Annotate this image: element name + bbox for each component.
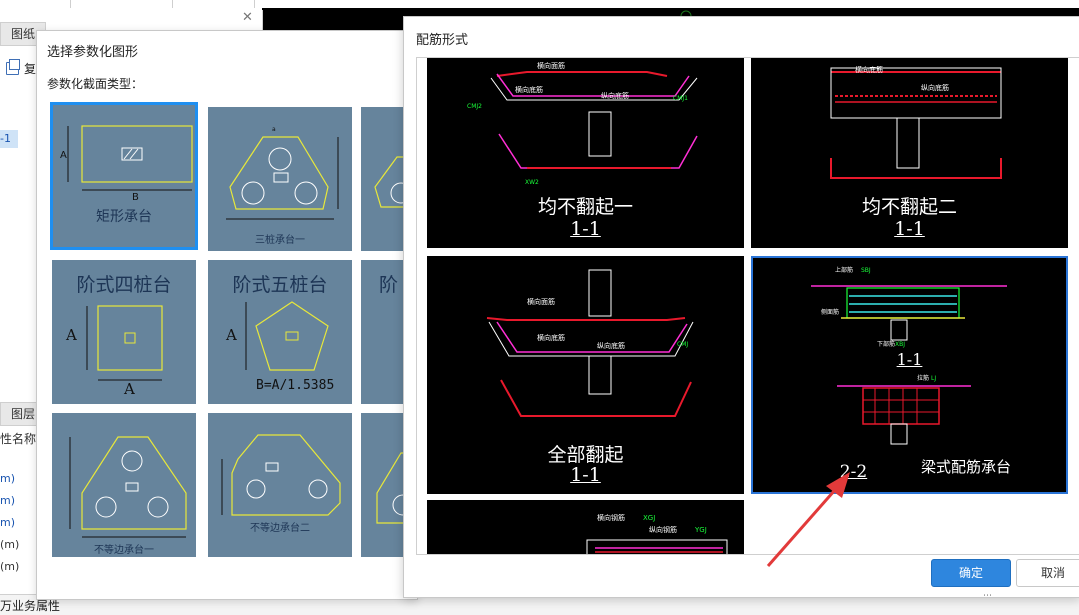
svg-text:CMJ2: CMJ2 — [467, 103, 482, 110]
rect-cap-diagram: AB — [60, 125, 193, 203]
selected-list-item[interactable]: -1 — [0, 130, 18, 148]
rebar-panel-none-raised-1[interactable]: 横向底筋 纵向底筋 横向面筋 CMJ1 CMJ2 XW2 均不翻起一 1-1 — [427, 58, 744, 248]
rebar-panel-grid: 横向底筋 纵向底筋 横向面筋 CMJ1 CMJ2 XW2 均不翻起一 1-1 横… — [416, 57, 1079, 555]
svg-text:SBJ: SBJ — [861, 267, 871, 274]
three-pile-diagram: a — [226, 126, 339, 220]
shape-tile-unequal-two[interactable]: 不等边承台二 — [208, 413, 352, 557]
rebar-panel-beam-style[interactable]: 上部筋 下部筋 侧面筋 拉筋 SBJ XBJ LJ 1-1 2-2 梁式配筋承台 — [751, 256, 1068, 494]
svg-text:横向底筋: 横向底筋 — [515, 85, 543, 94]
unit-row[interactable]: m) — [0, 494, 15, 507]
panel-caption: 梁式配筋承台 — [921, 458, 1012, 476]
svg-text:横向面筋: 横向面筋 — [537, 61, 565, 70]
dialog-title: 选择参数化图形 — [47, 45, 139, 60]
svg-text:a: a — [272, 126, 276, 133]
svg-text:XW2: XW2 — [525, 179, 539, 186]
svg-text:LJ: LJ — [931, 375, 936, 382]
unit-row[interactable]: (m) — [0, 538, 19, 551]
toolbar-field[interactable] — [0, 0, 71, 8]
copy-label[interactable]: 复 — [24, 60, 36, 77]
svg-text:横向底筋: 横向底筋 — [855, 65, 883, 74]
svg-text:纵向底筋: 纵向底筋 — [921, 83, 949, 92]
dim-a-label: A — [66, 326, 77, 344]
rebar-diagram: 上部筋 下部筋 侧面筋 拉筋 SBJ XBJ LJ — [811, 266, 1007, 445]
svg-text:拉筋: 拉筋 — [917, 374, 929, 382]
svg-text:横向底筋: 横向底筋 — [537, 333, 565, 342]
shape-tile-unequal-one[interactable]: 不等边承台一 — [52, 413, 196, 557]
shape-tile-stepped-four[interactable]: 阶式四桩台 A A — [52, 260, 196, 404]
svg-text:CMJ1: CMJ1 — [673, 95, 688, 102]
section-label: 1-1 — [896, 350, 923, 369]
svg-text:YGJ: YGJ — [694, 526, 707, 534]
panel-caption: 全部翻起 — [547, 444, 624, 466]
formula-label: B=A/1.5385 — [256, 378, 335, 393]
resize-grip-icon[interactable]: ⋯ — [983, 592, 995, 601]
svg-text:XGJ: XGJ — [643, 514, 655, 522]
panel-caption: 均不翻起二 — [861, 196, 957, 218]
svg-text:纵向底筋: 纵向底筋 — [601, 91, 629, 100]
svg-text:下部筋: 下部筋 — [877, 340, 895, 348]
dim-a-label: A — [226, 326, 237, 344]
svg-text:XBJ: XBJ — [895, 341, 905, 348]
section-type-label: 参数化截面类型： — [47, 77, 144, 91]
tile-label: 不等边承台二 — [250, 523, 310, 534]
close-icon[interactable]: ✕ — [242, 10, 253, 25]
svg-text:纵向钢筋: 纵向钢筋 — [649, 525, 677, 534]
section-label: 1-1 — [894, 218, 925, 240]
panel-caption: 均不翻起一 — [537, 196, 633, 218]
rebar-panel-none-raised-2[interactable]: 横向底筋 纵向底筋 均不翻起二 1-1 — [751, 58, 1068, 248]
shape-tile-rect-cap[interactable]: AB 矩形承台 — [50, 102, 198, 250]
tile-label: 阶 — [379, 274, 399, 296]
svg-text:横向钢筋: 横向钢筋 — [597, 513, 625, 522]
unit-row[interactable]: m) — [0, 516, 15, 529]
svg-text:B: B — [132, 192, 139, 203]
svg-text:纵向底筋: 纵向底筋 — [597, 341, 625, 350]
svg-text:侧面筋: 侧面筋 — [821, 308, 839, 316]
tile-label: 不等边承台一 — [94, 545, 154, 556]
ok-button[interactable]: 确定 — [931, 559, 1011, 587]
cancel-button[interactable]: 取消 — [1016, 559, 1079, 587]
toolbar-field[interactable] — [72, 0, 173, 8]
shape-select-dialog: 选择参数化图形 参数化截面类型： AB 矩形承台 a 三桩承台一 阶式四桩台 A… — [36, 30, 419, 600]
svg-text:上部筋: 上部筋 — [835, 266, 853, 274]
section-label: 1-1 — [570, 218, 601, 240]
tile-label: 三桩承台一 — [255, 235, 305, 246]
toolbar-field[interactable] — [174, 0, 255, 8]
attr-column-header: 性名称 — [0, 432, 37, 446]
unit-row[interactable]: (m) — [0, 560, 19, 573]
rebar-panel-partial[interactable]: 横向钢筋 XGJ 纵向钢筋 YGJ — [427, 500, 744, 554]
svg-text:A: A — [60, 150, 67, 161]
rebar-form-dialog: 配筋形式 横向底筋 纵向底筋 横向面筋 CMJ1 CMJ2 XW2 均不翻起一 … — [403, 16, 1079, 601]
copy-icon[interactable] — [6, 59, 20, 75]
unit-row[interactable]: m) — [0, 472, 15, 485]
unequal-two-diagram — [221, 434, 341, 516]
section-label: 1-1 — [570, 464, 601, 486]
rebar-diagram: 横向钢筋 XGJ 纵向钢筋 YGJ — [586, 513, 728, 554]
svg-text:CMJ: CMJ — [677, 341, 688, 348]
dialog-title: 配筋形式 — [416, 33, 469, 48]
rebar-panel-all-raised[interactable]: 横向面筋 横向底筋 纵向底筋 CMJ 全部翻起 1-1 — [427, 256, 744, 494]
shape-tile-three-pile-cap[interactable]: a 三桩承台一 — [208, 107, 352, 251]
dim-a-label: A — [124, 380, 135, 398]
unequal-one-diagram — [69, 436, 187, 538]
shape-grid: AB 矩形承台 a 三桩承台一 阶式四桩台 A A 阶式五桩台 A B=A/1.… — [49, 101, 419, 591]
svg-text:横向面筋: 横向面筋 — [527, 297, 555, 306]
shape-tile-stepped-five[interactable]: 阶式五桩台 A B=A/1.5385 — [208, 260, 352, 404]
tile-label: 矩形承台 — [96, 209, 152, 225]
